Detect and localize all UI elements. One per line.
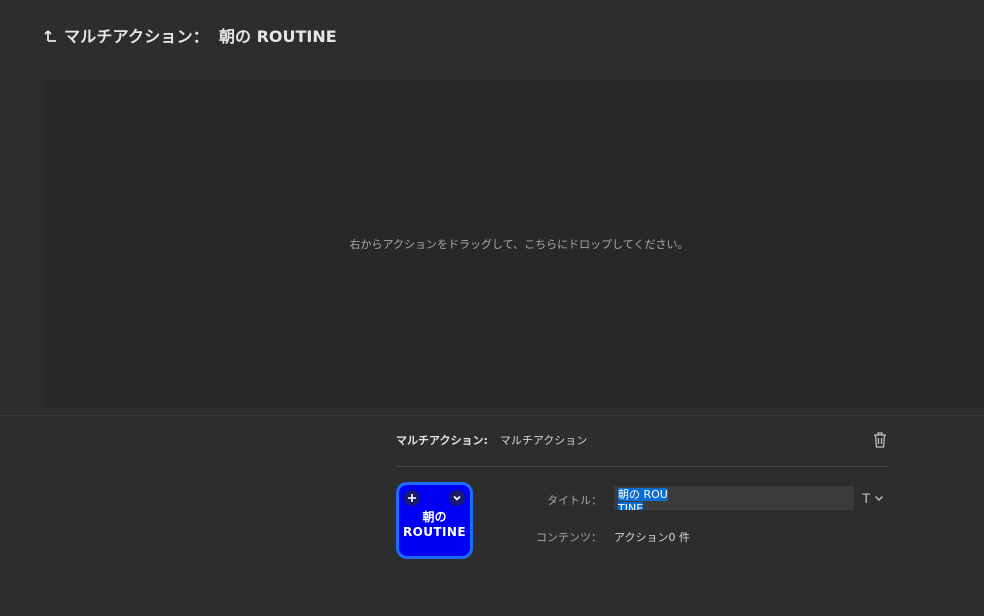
properties-value: マルチアクション	[499, 434, 588, 447]
action-drop-zone[interactable]: 右からアクションをドラッグして、こちらにドロップしてください。	[44, 80, 984, 407]
title-input[interactable]: 朝の ROUTINE	[614, 486, 854, 510]
page-title-prefix: マルチアクション：	[64, 27, 210, 46]
tile-title-line-2: ROUTINE	[403, 524, 466, 539]
back-up-arrow-icon[interactable]	[44, 27, 58, 43]
multi-action-editor: マルチアクション： 朝の ROUTINE 右からアクションをドラッグして、こちら…	[0, 0, 984, 616]
content-field-label: コンテンツ：	[536, 531, 602, 544]
chevron-down-icon	[874, 496, 883, 501]
back-to-parent-header[interactable]: マルチアクション： 朝の ROUTINE	[44, 22, 337, 48]
tile-title-line-1: 朝の	[422, 509, 447, 524]
title-input-value: 朝の ROUTINE	[618, 488, 668, 510]
properties-divider	[396, 466, 888, 467]
text-format-button[interactable]: T	[862, 489, 890, 507]
plus-icon[interactable]	[404, 490, 420, 506]
properties-header: マルチアクション: マルチアクション	[396, 430, 888, 450]
section-divider	[0, 415, 984, 416]
chevron-down-icon[interactable]	[449, 490, 465, 506]
properties-label: マルチアクション:	[396, 434, 488, 447]
action-tile-preview[interactable]: 朝の ROUTINE	[396, 482, 473, 559]
content-count: アクション0 件	[614, 531, 690, 544]
title-field-label: タイトル：	[547, 494, 602, 507]
page-title: 朝の ROUTINE	[219, 27, 337, 46]
trash-icon[interactable]	[872, 431, 888, 449]
text-format-icon: T	[862, 490, 871, 506]
drop-hint-text: 右からアクションをドラッグして、こちらにドロップしてください。	[349, 237, 689, 251]
